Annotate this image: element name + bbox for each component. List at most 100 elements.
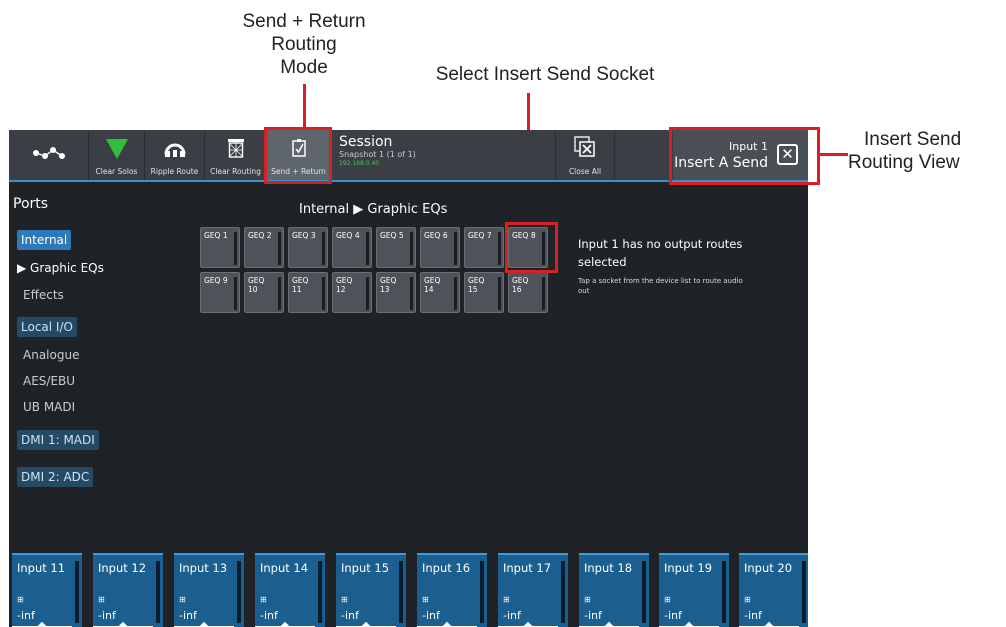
green-triangle-icon — [105, 139, 128, 159]
session-info: Session Snapshot 1 (1 of 1) 192.168.0.40 — [339, 134, 416, 168]
level-meter — [237, 561, 241, 623]
channel-strip[interactable]: Input 20 ⊞ -inf — [739, 553, 808, 627]
port-effects[interactable]: Effects — [23, 288, 64, 302]
geq-socket[interactable]: GEQ 14 — [420, 272, 460, 313]
close-all-label: Close All — [568, 167, 602, 176]
trash-icon — [227, 139, 244, 158]
snapshot-label: Snapshot 1 (1 of 1) — [339, 150, 416, 159]
geq-socket[interactable]: GEQ 7 — [464, 227, 504, 268]
channel-strip[interactable]: Input 15 ⊞ -inf — [336, 553, 406, 627]
send-return-label: Send + Return — [271, 167, 326, 176]
callout-text: Select Insert Send Socket — [435, 64, 655, 85]
port-local-io[interactable]: Local I/O — [17, 317, 77, 337]
fader-knob[interactable] — [604, 621, 614, 627]
send-return-button[interactable]: Send + Return — [267, 130, 331, 180]
port-aes-ebu[interactable]: AES/EBU — [23, 374, 75, 388]
clear-solos-button[interactable]: Clear Solos — [89, 130, 145, 180]
breadcrumb: Internal ▶ Graphic EQs — [299, 202, 448, 217]
insert-icon: ⊞ — [422, 595, 429, 604]
level-meter — [480, 561, 484, 623]
channel-strip[interactable]: Input 17 ⊞ -inf — [498, 553, 568, 627]
fader-knob[interactable] — [118, 621, 128, 627]
callout-line-2: Routing — [271, 34, 337, 55]
callout-line-1: Insert Send — [864, 129, 962, 150]
insert-icon: ⊞ — [260, 595, 267, 604]
routing-screen: Clear Solos Ripple Route Clear Routing S… — [9, 130, 808, 627]
geq-socket[interactable]: GEQ 15 — [464, 272, 504, 313]
clear-routing-button[interactable]: Clear Routing — [205, 130, 267, 180]
fader-knob[interactable] — [361, 621, 371, 627]
port-analogue[interactable]: Analogue — [23, 348, 79, 362]
callout-insert-send-view: Insert Send Routing View — [848, 128, 1006, 174]
channel-strip[interactable]: Input 19 ⊞ -inf — [659, 553, 729, 627]
port-graphic-eqs[interactable]: ▶ Graphic EQs — [17, 261, 104, 275]
callout-line-2: Routing View — [848, 152, 960, 173]
ports-title: Ports — [13, 196, 49, 212]
insert-send-view: Input 1 Insert A Send ✕ — [673, 130, 808, 180]
insert-icon: ⊞ — [664, 595, 671, 604]
port-dmi2-adc[interactable]: DMI 2: ADC — [17, 467, 94, 487]
channel-strip[interactable]: Input 12 ⊞ -inf — [93, 553, 163, 627]
insert-icon: ⊞ — [179, 595, 186, 604]
insert-send-channel: Input 1 — [729, 140, 768, 153]
fader-knob[interactable] — [523, 621, 533, 627]
port-internal[interactable]: Internal — [17, 230, 72, 250]
level-meter — [318, 561, 322, 623]
fader-knob[interactable] — [764, 621, 774, 627]
geq-socket-selected[interactable]: GEQ 8 — [508, 227, 548, 268]
insert-icon: ⊞ — [744, 595, 751, 604]
level-meter — [722, 561, 726, 623]
geq-socket[interactable]: GEQ 9 — [200, 272, 240, 313]
insert-send-title: Insert A Send — [674, 155, 768, 171]
geq-socket[interactable]: GEQ 13 — [376, 272, 416, 313]
close-all-button[interactable]: Close All — [555, 130, 615, 180]
insert-icon: ⊞ — [17, 595, 24, 604]
ripple-route-label: Ripple Route — [150, 167, 199, 176]
ripple-route-button[interactable]: Ripple Route — [145, 130, 205, 180]
callout-pointer-send-return — [303, 84, 306, 128]
geq-socket[interactable]: GEQ 4 — [332, 227, 372, 268]
fader-knob[interactable] — [280, 621, 290, 627]
channel-strip[interactable]: Input 13 ⊞ -inf — [174, 553, 244, 627]
channel-strip[interactable]: Input 18 ⊞ -inf — [579, 553, 649, 627]
routing-status-message: Input 1 has no output routes selected — [578, 237, 743, 269]
insert-icon: ⊞ — [341, 595, 348, 604]
channel-strip[interactable]: Input 14 ⊞ -inf — [255, 553, 325, 627]
clear-solos-label: Clear Solos — [95, 167, 138, 176]
level-meter — [802, 561, 806, 623]
geq-socket[interactable]: GEQ 1 — [200, 227, 240, 268]
geq-socket[interactable]: GEQ 2 — [244, 227, 284, 268]
port-ub-madi[interactable]: UB MADI — [23, 400, 75, 414]
ip-address: 192.168.0.40 — [339, 160, 380, 167]
port-dmi1-madi[interactable]: DMI 1: MADI — [17, 430, 99, 450]
geq-socket[interactable]: GEQ 6 — [420, 227, 460, 268]
geq-socket[interactable]: GEQ 10 — [244, 272, 284, 313]
routing-icon — [32, 147, 65, 159]
channel-strip[interactable]: Input 11 ⊞ -inf — [12, 553, 82, 627]
insert-icon: ⊞ — [584, 595, 591, 604]
clear-routing-label: Clear Routing — [210, 167, 261, 176]
geq-socket[interactable]: GEQ 12 — [332, 272, 372, 313]
callout-select-socket: Select Insert Send Socket — [400, 63, 690, 86]
fader-knob[interactable] — [37, 621, 47, 627]
channel-strip[interactable]: Input 16 ⊞ -inf — [417, 553, 487, 627]
toolbar: Clear Solos Ripple Route Clear Routing S… — [9, 130, 808, 182]
routing-mode-button[interactable] — [9, 130, 89, 180]
callout-line-1: Send + Return — [242, 11, 366, 32]
ripple-route-icon — [164, 143, 185, 157]
fader-knob[interactable] — [684, 621, 694, 627]
close-icon[interactable]: ✕ — [777, 144, 798, 165]
insert-icon: ⊞ — [98, 595, 105, 604]
fader-knob[interactable] — [199, 621, 209, 627]
geq-socket[interactable]: GEQ 5 — [376, 227, 416, 268]
routing-hint: Tap a socket from the device list to rou… — [578, 277, 743, 295]
fader-knob[interactable] — [442, 621, 452, 627]
level-meter — [642, 561, 646, 623]
level-meter — [156, 561, 160, 623]
geq-socket[interactable]: GEQ 11 — [288, 272, 328, 313]
level-meter — [561, 561, 565, 623]
geq-socket[interactable]: GEQ 3 — [288, 227, 328, 268]
send-return-icon — [291, 139, 306, 157]
level-meter — [399, 561, 403, 623]
geq-socket[interactable]: GEQ 16 — [508, 272, 548, 313]
